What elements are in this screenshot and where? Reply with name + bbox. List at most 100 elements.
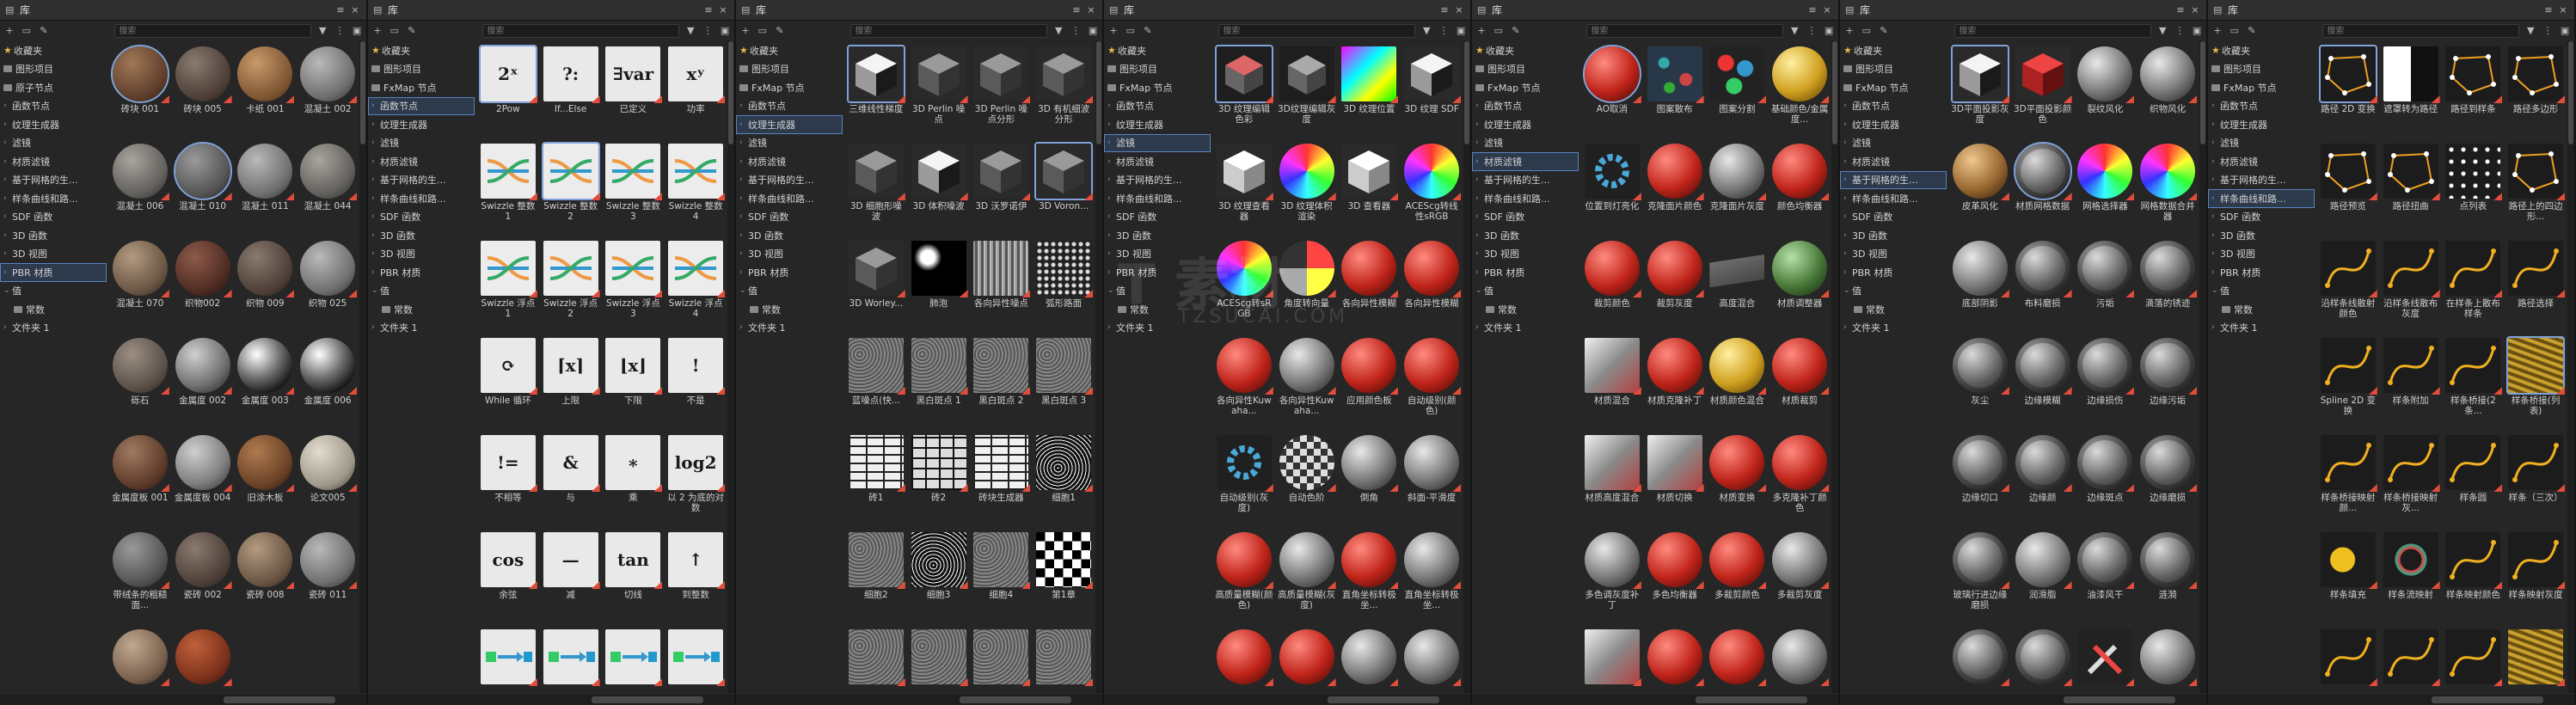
library-item[interactable]: 砖2 [909,430,969,527]
item-thumbnail[interactable] [848,144,905,200]
chevron-right-icon[interactable]: › [1107,323,1116,332]
library-item[interactable]: 3D 纹理编辑色彩 [1214,41,1274,138]
chevron-down-icon[interactable]: ⌄ [1843,286,1852,295]
edit-icon[interactable]: ✎ [1142,25,1154,37]
horizontal-scrollbar[interactable] [0,695,366,705]
library-item[interactable]: 多色调灰度补丁 [1582,527,1642,624]
library-item[interactable]: 混凝土 010 [173,138,233,236]
vertical-scrollbar[interactable] [359,41,366,693]
item-thumbnail[interactable] [300,435,358,492]
search-input[interactable] [2322,24,2520,38]
library-item[interactable]: 细胞3 [909,527,969,624]
tree-item[interactable]: › 3D 函数 [1840,226,1947,245]
library-item[interactable]: 边缘磨损 [2137,430,2198,527]
item-thumbnail[interactable]: cos [480,532,537,589]
item-thumbnail[interactable] [2318,45,2377,103]
tree-item[interactable]: › 纹理生成器 [2208,115,2315,134]
library-item[interactable]: 自动级别(灰度) [1214,430,1274,527]
library-item[interactable]: 细胞2 [846,527,906,624]
chevron-right-icon[interactable]: › [371,175,380,184]
library-item[interactable]: 样条桥接映射灰... [2381,430,2441,527]
library-item[interactable]: tan 切线 [604,527,664,624]
scrollbar-thumb[interactable] [2432,696,2543,703]
chevron-right-icon[interactable]: › [3,323,12,332]
item-thumbnail[interactable] [2508,144,2566,200]
library-item[interactable] [1645,624,1705,705]
tree-item[interactable]: › 材质滤镜 [736,152,843,171]
item-thumbnail[interactable] [1216,435,1273,492]
chevron-right-icon[interactable]: › [371,323,380,332]
item-thumbnail[interactable]: ⟳ [480,338,537,395]
chevron-right-icon[interactable]: › [2211,138,2220,147]
item-thumbnail[interactable] [848,629,905,686]
thumbnail-size-icon[interactable]: ▣ [2559,25,2571,37]
library-item[interactable]: 砾石 [110,333,170,430]
item-thumbnail[interactable] [1584,241,1641,297]
folder-add-icon[interactable]: ▭ [1493,25,1505,37]
edit-icon[interactable]: ✎ [1510,25,1522,37]
chevron-right-icon[interactable]: › [2211,231,2220,240]
chevron-right-icon[interactable]: › [739,120,748,129]
library-item[interactable]: 黑白斑点 2 [972,333,1032,430]
item-thumbnail[interactable] [2015,629,2072,686]
tree-item[interactable]: › 基于网格的生... [1840,170,1947,189]
library-item[interactable]: 路径预览 [2318,138,2378,236]
library-item[interactable] [972,624,1032,705]
scrollbar-thumb[interactable] [960,696,1071,703]
item-thumbnail[interactable] [1709,629,1767,686]
library-item[interactable]: ⌊x⌋ 下限 [604,333,664,430]
tree-item[interactable]: 图形项目 [1840,60,1947,79]
library-item[interactable]: 路径 2D 变换 [2318,41,2378,138]
library-item[interactable]: 各向异性Kuwaha... [1277,333,1337,430]
library-item[interactable]: 样条映射颜色 [2444,527,2504,624]
menu-icon[interactable]: ≡ [1438,4,1451,16]
item-thumbnail[interactable] [911,144,968,200]
item-thumbnail[interactable] [973,241,1031,297]
chevron-right-icon[interactable]: › [2211,249,2220,258]
item-thumbnail[interactable] [300,532,358,589]
library-item[interactable]: 混凝土 002 [297,41,358,138]
item-thumbnail[interactable] [480,144,537,200]
scrollbar-thumb[interactable] [1464,41,1469,144]
item-thumbnail[interactable] [1036,241,1094,297]
library-item[interactable]: 边缘颜 [2013,430,2073,527]
tree-item[interactable]: › PBR 材质 [2208,263,2315,282]
chevron-right-icon[interactable]: › [1475,249,1484,258]
tree-item[interactable]: › 样条曲线和路... [368,189,475,208]
library-item[interactable]: 带绒条的粗糙面... [110,527,170,624]
item-thumbnail[interactable] [1036,532,1094,589]
library-item[interactable]: ↑ 到整数 [665,527,726,624]
library-item[interactable]: 裂纹风化 [2076,41,2136,138]
tree-item[interactable]: 图形项目 [2208,60,2315,79]
chevron-right-icon[interactable]: › [739,101,748,110]
chevron-right-icon[interactable]: › [371,120,380,129]
chevron-right-icon[interactable]: › [1107,120,1116,129]
library-item[interactable]: 各向异性Kuwaha... [1214,333,1274,430]
tree-item[interactable]: › 3D 视图 [0,245,107,264]
add-icon[interactable]: + [739,25,751,37]
edit-icon[interactable]: ✎ [406,25,418,37]
chevron-right-icon[interactable]: › [2211,101,2220,110]
chevron-right-icon[interactable]: › [1475,231,1484,240]
item-thumbnail[interactable] [1279,144,1336,200]
library-item[interactable]: Swizzle 整数 2 [541,138,601,236]
filter-icon[interactable]: ▼ [2524,25,2536,37]
item-thumbnail[interactable] [848,338,905,395]
add-icon[interactable]: + [3,25,15,37]
library-item[interactable]: 3D Perlin 噪点 [909,41,969,138]
tree-item[interactable]: › 样条曲线和路... [1104,189,1211,208]
tree-item[interactable]: › 3D 视图 [736,245,843,264]
chevron-right-icon[interactable]: › [1843,268,1852,277]
library-item[interactable]: 位置到灯亮化 [1582,138,1642,236]
item-thumbnail[interactable] [112,241,169,297]
item-thumbnail[interactable] [1647,629,1704,686]
item-thumbnail[interactable] [2320,532,2377,589]
item-thumbnail[interactable] [110,45,169,103]
library-item[interactable]: 混凝土 006 [110,138,170,236]
tree-item[interactable]: › 文件夹 1 [1840,319,1947,338]
scrollbar-thumb[interactable] [360,41,365,144]
library-item[interactable]: 3D 沃罗诺伊 [972,138,1032,236]
library-item[interactable]: 细胞1 [1033,430,1094,527]
tree-item[interactable]: › 基于网格的生... [368,171,475,190]
search-input[interactable] [1586,24,1784,38]
